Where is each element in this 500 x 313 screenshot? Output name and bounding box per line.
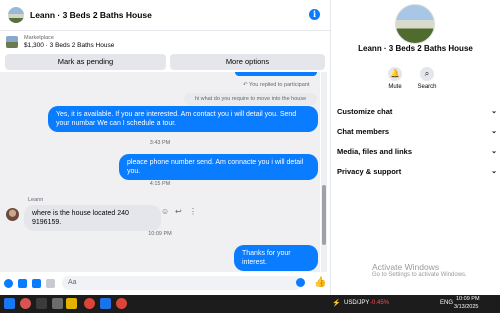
message-input[interactable]: Aa: [62, 276, 302, 290]
timestamp: 3:43 PM: [149, 140, 171, 146]
app-icon[interactable]: [100, 298, 111, 309]
clock-time[interactable]: 10:09 PM: [456, 296, 480, 302]
browser-app-icon[interactable]: [20, 298, 31, 309]
section-customize-chat[interactable]: Customize chat ⌄: [337, 107, 497, 116]
marketplace-listing[interactable]: Marketplace $1,300 · 3 Beds 2 Baths Hous…: [0, 31, 330, 53]
timestamp: 4:15 PM: [149, 181, 171, 187]
previous-bubble-edge: [235, 72, 317, 76]
chevron-down-icon: ⌄: [491, 128, 497, 135]
app-icon[interactable]: [52, 298, 63, 309]
reply-icon[interactable]: ↩: [175, 207, 182, 216]
reply-note-text: You replied to participant: [249, 82, 310, 88]
outgoing-message[interactable]: Thanks for your interest.: [234, 245, 318, 271]
section-label: Media, files and links: [337, 147, 413, 156]
details-title: Leann · 3 Beds 2 Baths House: [358, 44, 473, 53]
emoji-icon[interactable]: [296, 278, 305, 287]
gif-icon[interactable]: [46, 278, 55, 288]
react-icon[interactable]: ☺: [161, 207, 169, 216]
section-label: Privacy & support: [337, 167, 402, 176]
contact-avatar[interactable]: [8, 7, 24, 23]
sender-name: Leann: [28, 197, 44, 203]
sender-avatar[interactable]: [6, 208, 19, 221]
conversation-title[interactable]: Leann · 3 Beds 2 Baths House: [30, 10, 152, 20]
search-label: Search: [417, 84, 437, 90]
chevron-down-icon: ⌄: [491, 168, 497, 175]
clock-date[interactable]: 3/13/2025: [454, 304, 478, 310]
listing-thumbnail: [6, 36, 18, 48]
listing-subtitle: $1,300 · 3 Beds 2 Baths House: [24, 42, 115, 49]
quoted-message[interactable]: hi what do you require to move into the …: [184, 93, 317, 105]
sticker-icon[interactable]: [32, 278, 41, 288]
app-icon[interactable]: [36, 298, 47, 309]
plus-icon[interactable]: [4, 278, 13, 288]
bell-icon[interactable]: 🔔: [388, 67, 402, 81]
more-icon[interactable]: ⋮: [189, 207, 197, 216]
incoming-message[interactable]: where is the house located 240 9196159.: [24, 205, 161, 231]
reply-note: ↶ You replied to participant: [243, 82, 309, 88]
chrome-icon[interactable]: [116, 298, 127, 309]
section-label: Chat members: [337, 127, 390, 136]
info-icon[interactable]: i: [309, 9, 320, 20]
section-chat-members[interactable]: Chat members ⌄: [337, 127, 497, 136]
language-indicator[interactable]: ENG: [440, 300, 453, 306]
mute-label: Mute: [388, 84, 402, 90]
chevron-down-icon: ⌄: [491, 148, 497, 155]
activation-watermark-title: Activate Windows: [372, 262, 440, 272]
contact-avatar-large[interactable]: [395, 4, 435, 44]
outgoing-message[interactable]: Yes, it is available. If you are interes…: [48, 106, 318, 132]
ticker-symbol[interactable]: USD/JPY: [344, 300, 369, 306]
scrollbar-thumb[interactable]: [322, 185, 326, 245]
section-label: Customize chat: [337, 107, 393, 116]
chevron-down-icon: ⌄: [491, 108, 497, 115]
ticker-change: -0.45%: [370, 300, 390, 306]
listing-text: Marketplace $1,300 · 3 Beds 2 Baths Hous…: [24, 34, 114, 50]
mark-as-pending-button[interactable]: Mark as pending: [5, 54, 166, 70]
chat-header: Leann · 3 Beds 2 Baths House i: [0, 0, 330, 31]
section-media-files-links[interactable]: Media, files and links ⌄: [337, 147, 497, 156]
reply-arrow-icon: ↶: [243, 82, 248, 88]
image-icon[interactable]: [18, 278, 27, 288]
outgoing-message[interactable]: pleace phone number send. Am connacte yo…: [119, 154, 318, 180]
composer: Aa 👍: [0, 272, 330, 294]
folder-icon[interactable]: [66, 298, 77, 309]
more-options-button[interactable]: More options: [170, 54, 325, 70]
search-icon[interactable]: ⌕: [420, 67, 434, 81]
ticker-icon: ⚡: [332, 300, 341, 307]
section-privacy-support[interactable]: Privacy & support ⌄: [337, 167, 497, 176]
chrome-icon[interactable]: [84, 298, 95, 309]
timestamp: 10:09 PM: [148, 231, 172, 237]
start-icon[interactable]: [4, 298, 15, 309]
thumbs-up-icon[interactable]: 👍: [314, 277, 326, 288]
marketplace-label: Marketplace: [24, 35, 54, 41]
activation-watermark-subtitle: Go to Settings to activate Windows.: [372, 272, 467, 278]
